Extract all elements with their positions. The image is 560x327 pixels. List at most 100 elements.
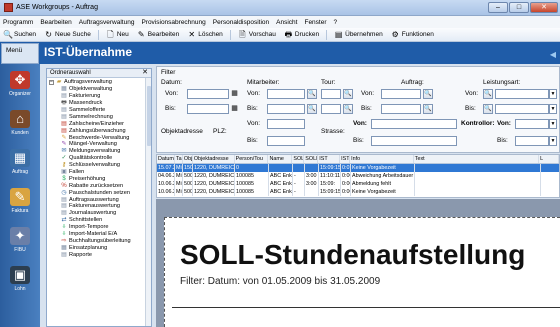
mitarbeiter-bis-field[interactable] xyxy=(267,104,305,114)
column-header[interactable]: IST xyxy=(340,155,351,163)
tree-item[interactable]: ✎ Mängel-Verwaltung xyxy=(49,141,151,148)
column-header[interactable]: L xyxy=(539,155,559,163)
menu-button[interactable]: Menü xyxy=(1,43,39,64)
module-faktura[interactable]: ✎ Faktura xyxy=(0,181,40,220)
neu-button[interactable]: 🗋 Neu xyxy=(105,30,130,39)
column-header[interactable]: Person/Tou xyxy=(235,155,269,163)
column-header[interactable]: SOLL xyxy=(292,155,305,163)
leistungsart-von-field[interactable] xyxy=(495,89,549,99)
column-header[interactable]: Objektadresse xyxy=(193,155,235,163)
strasse-von-field[interactable] xyxy=(371,119,457,129)
chevron-down-icon[interactable]: ▼ xyxy=(549,89,557,99)
tour-bis-lookup-button[interactable]: 🔍 xyxy=(343,104,353,114)
table-row[interactable]: 10.06.20Mi50001220, DUMREICHERG100085ABC… xyxy=(157,180,559,188)
leistungsart-von-lookup-button[interactable]: 🔍 xyxy=(483,89,493,99)
tree-item[interactable]: ▣ Fallen xyxy=(49,169,151,176)
bearbeiten-button[interactable]: ✎ Bearbeiten xyxy=(136,30,180,39)
tree-item[interactable]: ⇩ Import-Tempore xyxy=(49,224,151,231)
column-header[interactable]: SOLL xyxy=(304,155,319,163)
chevron-down-icon[interactable]: ▼ xyxy=(549,104,557,114)
tree-item[interactable]: ▤ Fakturenauswertung xyxy=(49,203,151,210)
tree-item[interactable]: ▤ Auftragsauswertung xyxy=(49,196,151,203)
plz-bis-field[interactable] xyxy=(267,136,305,146)
minimize-button[interactable]: – xyxy=(488,2,508,13)
chevron-down-icon[interactable]: ▼ xyxy=(549,119,557,129)
module-fibu[interactable]: ✦ FIBU xyxy=(0,220,40,259)
suchen-button[interactable]: 🔍 Suchen xyxy=(2,30,37,39)
column-header[interactable]: IST xyxy=(318,155,341,163)
tour-von-field[interactable] xyxy=(321,89,341,99)
tree-item[interactable]: ▤ Zahlungsüberwachung xyxy=(49,127,151,134)
menu-provisionsabrechnung[interactable]: Provisionsabrechnung xyxy=(141,19,205,26)
leistungsart-bis-lookup-button[interactable]: 🔍 xyxy=(483,104,493,114)
datum-von-field[interactable] xyxy=(187,89,229,99)
auftrag-von-lookup-button[interactable]: 🔍 xyxy=(423,89,433,99)
tree-item[interactable]: ◷ Pauschalstunden setzen xyxy=(49,189,151,196)
tree-item[interactable]: ⇄ Schnittstellen xyxy=(49,217,151,224)
module-lohn[interactable]: ▣ Lohn xyxy=(0,259,40,298)
tree-item[interactable]: ✎ Beschwerde-Verwaltung xyxy=(49,134,151,141)
kontrollor-bis-field[interactable] xyxy=(515,136,549,146)
mitarbeiter-von-field[interactable] xyxy=(267,89,305,99)
tree-item[interactable]: $ Preiserhöhung xyxy=(49,175,151,182)
calendar-icon[interactable]: ▦ xyxy=(230,89,239,98)
tree-item[interactable]: ▤ Zahlscheine/Einzieher xyxy=(49,120,151,127)
collapse-icon[interactable]: − xyxy=(49,79,54,85)
vorschau-button[interactable]: 🗎 Vorschau xyxy=(237,30,277,39)
close-panel-icon[interactable]: ✕ xyxy=(142,69,148,77)
menu-fenster[interactable]: Fenster xyxy=(304,19,326,26)
datum-bis-field[interactable] xyxy=(187,104,229,114)
calendar-icon[interactable]: ▦ xyxy=(230,104,239,113)
leistungsart-bis-field[interactable] xyxy=(495,104,549,114)
column-header[interactable]: Name xyxy=(268,155,293,163)
auftrag-bis-lookup-button[interactable]: 🔍 xyxy=(423,104,433,114)
column-header[interactable]: Info xyxy=(350,155,414,163)
tree-item[interactable]: ▦ Einsatzplanung xyxy=(49,244,151,251)
tree-item[interactable]: ⇩ Import-Material E/A xyxy=(49,231,151,238)
mitarbeiter-von-lookup-button[interactable]: 🔍 xyxy=(307,89,317,99)
menu-programm[interactable]: Programm xyxy=(3,19,33,26)
mitarbeiter-bis-lookup-button[interactable]: 🔍 xyxy=(307,104,317,114)
tour-bis-field[interactable] xyxy=(321,104,341,114)
module-organizer[interactable]: ✥ Organizer xyxy=(0,64,40,103)
tree-item[interactable]: ▦ Objektverwaltung xyxy=(49,86,151,93)
kontrollor-von-field[interactable] xyxy=(515,119,549,129)
column-header[interactable]: Ta xyxy=(175,155,183,163)
tour-von-lookup-button[interactable]: 🔍 xyxy=(343,89,353,99)
tree-item[interactable]: 🖶 Massendruck xyxy=(49,100,151,107)
module-auftrag[interactable]: ▦ Auftrag xyxy=(0,142,40,181)
menu-ansicht[interactable]: Ansicht xyxy=(276,19,297,26)
column-header[interactable]: Datum xyxy=(157,155,175,163)
table-row[interactable]: 15.07.20Mi15001220, DUMREICHERG0 15:09:15… xyxy=(157,164,559,172)
column-header[interactable]: Obje xyxy=(183,155,193,163)
auftrag-von-field[interactable] xyxy=(381,89,421,99)
tree-item[interactable]: ▤ Sammelofferte xyxy=(49,107,151,114)
tree-item[interactable]: ⇨ Buchhaltungsüberleitung xyxy=(49,237,151,244)
tree-item[interactable]: ▤ Rapporte xyxy=(49,251,151,258)
-bernehmen-button[interactable]: ▤ Übernehmen xyxy=(333,30,384,39)
maximize-button[interactable]: □ xyxy=(509,2,529,13)
funktionen-button[interactable]: ⚙ Funktionen xyxy=(390,30,435,39)
table-row[interactable]: 04.06.20Mi50001220, DUMREICHERG100085ABC… xyxy=(157,172,559,180)
column-header[interactable]: Text xyxy=(414,155,540,163)
drucken-button[interactable]: 🖶 Drucken xyxy=(283,30,320,39)
menu-bearbeiten[interactable]: Bearbeiten xyxy=(40,19,71,26)
tree-item[interactable]: ✉ Meldungsverwaltung xyxy=(49,148,151,155)
menu--[interactable]: ? xyxy=(334,19,338,26)
tree-item[interactable]: ▤ Journalauswertung xyxy=(49,210,151,217)
close-button[interactable]: ✕ xyxy=(530,2,558,13)
strasse-bis-field[interactable] xyxy=(371,136,457,146)
tree-item[interactable]: % Rabatte zurücksetzen xyxy=(49,182,151,189)
plz-von-field[interactable] xyxy=(267,119,305,129)
menu-auftragsverwaltung[interactable]: Auftragsverwaltung xyxy=(79,19,135,26)
tree-item[interactable]: ▤ Fakturierung xyxy=(49,93,151,100)
module-kunden[interactable]: ⌂ Kunden xyxy=(0,103,40,142)
tree-item[interactable]: ✓ Qualitätskontrolle xyxy=(49,155,151,162)
tree-item[interactable]: ▤ Sammelrechnung xyxy=(49,113,151,120)
auftrag-bis-field[interactable] xyxy=(381,104,421,114)
neue-suche-button[interactable]: ↻ Neue Suche xyxy=(43,30,92,39)
pin-icon[interactable]: ◀ xyxy=(550,50,556,59)
folder-scrollbar[interactable] xyxy=(145,78,151,326)
menu-personaldisposition[interactable]: Personaldisposition xyxy=(213,19,269,26)
table-row[interactable]: 10.06.20Mi50001220, DUMREICHERG100085ABC… xyxy=(157,188,559,196)
